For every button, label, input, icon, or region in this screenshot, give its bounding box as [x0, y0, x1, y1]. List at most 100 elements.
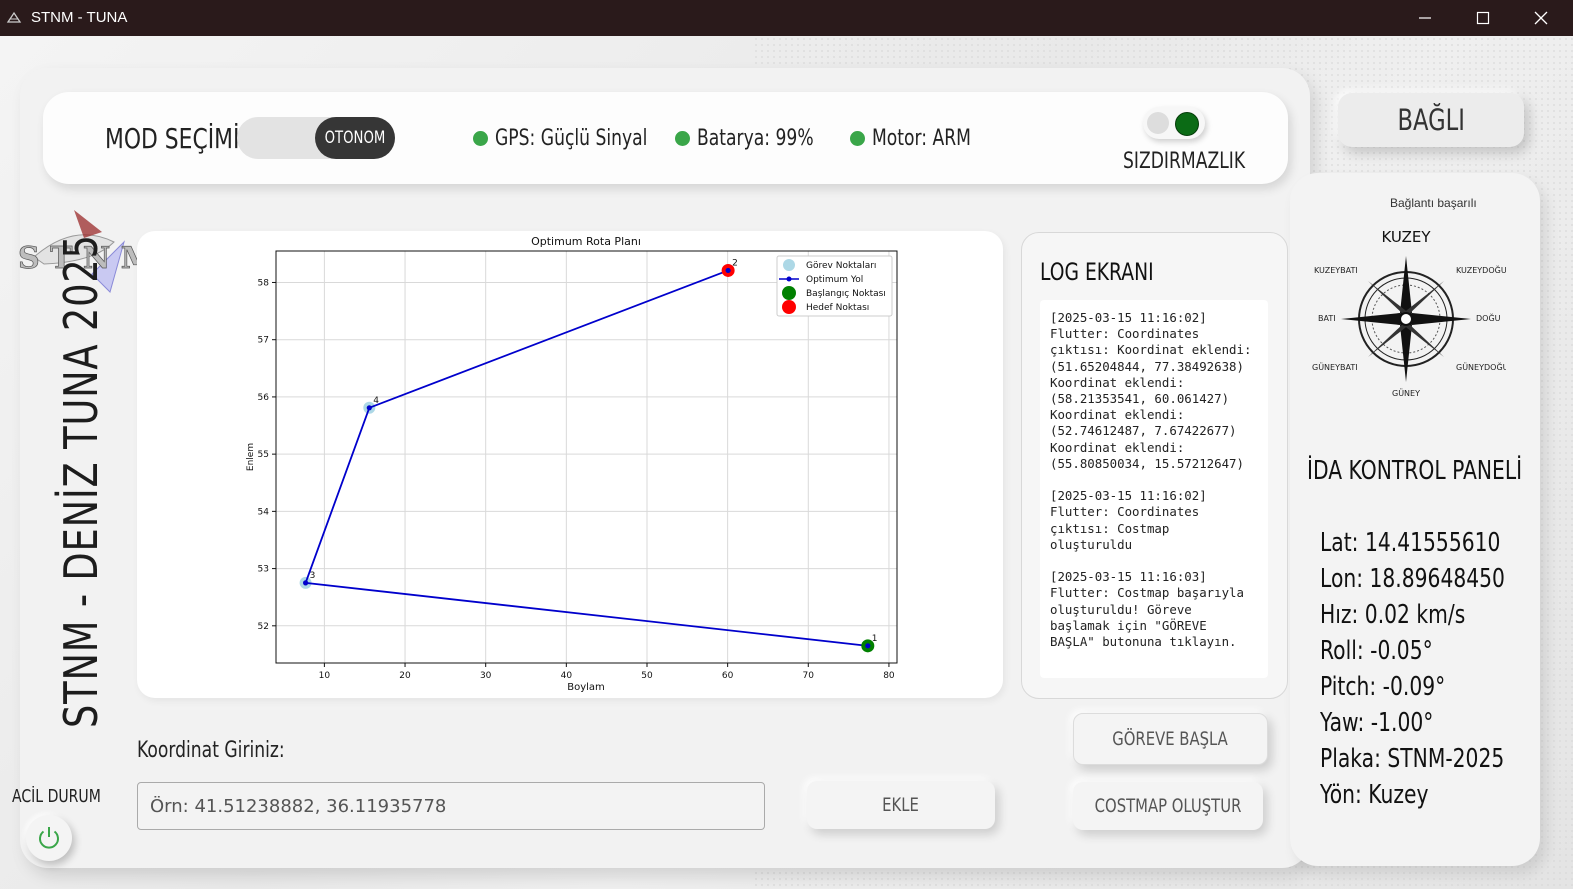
point-label: 2: [732, 258, 738, 268]
mode-toggle[interactable]: OTONOM: [237, 117, 395, 159]
mode-label: MOD SEÇİMİ: [105, 122, 240, 155]
leak-toggle-off: [1147, 112, 1169, 134]
status-bar: MOD SEÇİMİ OTONOM GPS: Güçlü Sinyal Bata…: [43, 92, 1288, 184]
log-box[interactable]: [2025-03-15 11:16:02] Flutter: Coordinat…: [1040, 300, 1268, 678]
compass-rose: [1341, 256, 1471, 382]
legend-start-marker: [782, 286, 796, 300]
telemetry-list: Lat: 14.41555610 Lon: 18.89648450 Hız: 0…: [1320, 524, 1557, 812]
path-marker: [302, 580, 309, 586]
connection-button[interactable]: BAĞLI: [1338, 93, 1524, 147]
compass-south: GÜNEY: [1392, 388, 1420, 398]
y-axis-label: Enlem: [246, 443, 256, 471]
window-title: STNM - TUNA: [31, 9, 128, 26]
coordinate-input[interactable]: [137, 782, 765, 830]
maximize-button[interactable]: [1454, 0, 1512, 36]
connection-button-label: BAĞLI: [1397, 103, 1465, 137]
telemetry-speed: Hız: 0.02 km/s: [1320, 600, 1466, 630]
x-tick-label: 70: [803, 671, 815, 681]
x-tick-label: 10: [319, 671, 331, 681]
legend-path: Optimum Yol: [806, 275, 863, 285]
motor-status-text: Motor: ARM: [872, 126, 971, 151]
legend-task-marker: [783, 259, 795, 271]
telemetry-heading: Yön: Kuzey: [1320, 780, 1429, 810]
log-panel: LOG EKRANI [2025-03-15 11:16:02] Flutter…: [1021, 232, 1288, 699]
motor-status: Motor: ARM: [850, 126, 999, 151]
x-axis-label: Boylam: [567, 682, 605, 693]
minimize-button[interactable]: [1396, 0, 1454, 36]
telemetry-lon: Lon: 18.89648450: [1320, 564, 1505, 594]
chart-title: Optimum Rota Planı: [531, 235, 641, 248]
route-chart: Optimum Rota Planı 10 20 30 40 50 60 70 80 52 53 5…: [246, 235, 898, 693]
leak-toggle[interactable]: [1143, 107, 1205, 139]
point-label: 3: [310, 571, 316, 581]
legend-target: Hedef Noktası: [806, 303, 869, 313]
y-tick-label: 58: [258, 278, 270, 288]
compass-icon: KUZEY GÜNEY DOĞU BATI KUZEYDOĞU KUZEYBAT…: [1312, 228, 1506, 398]
x-tick-label: 50: [641, 671, 653, 681]
emergency-button[interactable]: [26, 815, 72, 861]
legend: Görev Noktaları Optimum Yol Başlangıç No…: [776, 255, 893, 317]
compass-west: BATI: [1318, 314, 1336, 323]
legend-task: Görev Noktaları: [806, 261, 876, 271]
y-tick-label: 52: [258, 622, 269, 632]
title-bar: STNM - TUNA: [0, 0, 1573, 36]
emergency-label: ACİL DURUM: [12, 786, 101, 807]
mode-value: OTONOM: [324, 128, 386, 148]
close-button[interactable]: [1512, 0, 1570, 36]
app-content: MOD SEÇİMİ OTONOM GPS: Güçlü Sinyal Bata…: [0, 36, 1573, 889]
target-path-marker: [725, 267, 731, 274]
leak-toggle-on: [1175, 112, 1199, 136]
start-mission-label: GÖREVE BAŞLA: [1112, 728, 1229, 750]
compass-northwest: KUZEYBATI: [1314, 266, 1358, 275]
x-tick-label: 60: [722, 671, 734, 681]
start-path-marker: [865, 643, 871, 649]
compass-southwest: GÜNEYBATI: [1312, 362, 1358, 372]
panel-title: İDA KONTROL PANELİ: [1307, 456, 1523, 486]
leak-label: SIZDIRMAZLIK: [1123, 149, 1246, 174]
optimum-path: [304, 269, 868, 647]
log-title: LOG EKRANI: [1040, 258, 1154, 286]
y-tick-label: 56: [258, 393, 270, 403]
gps-status-dot: [473, 131, 488, 146]
vertical-title: STNM - DENİZ TUNA 2025: [54, 234, 108, 728]
path-marker: [366, 405, 372, 411]
log-text: [2025-03-15 11:16:02] Flutter: Coordinat…: [1050, 310, 1252, 650]
costmap-button-label: COSTMAP OLUŞTUR: [1094, 795, 1242, 817]
telemetry-plate: Plaka: STNM-2025: [1320, 744, 1505, 774]
motor-status-dot: [850, 131, 865, 146]
legend-target-marker: [782, 300, 796, 314]
battery-status-text: Batarya: 99%: [697, 126, 814, 151]
app-icon: [6, 11, 22, 23]
y-tick-label: 57: [258, 336, 269, 346]
costmap-button[interactable]: COSTMAP OLUŞTUR: [1073, 782, 1263, 830]
y-tick-label: 54: [258, 507, 270, 517]
compass-east: DOĞU: [1476, 312, 1501, 323]
connection-status: Bağlantı başarılı: [1390, 196, 1477, 210]
x-tick-label: 80: [883, 671, 895, 681]
legend-path-marker: [786, 276, 792, 282]
compass-northeast: KUZEYDOĞU: [1456, 264, 1506, 275]
compass-southeast: GÜNEYDOĞU: [1456, 361, 1506, 372]
y-tick-label: 53: [258, 565, 269, 575]
legend-start: Başlangıç Noktası: [806, 289, 886, 299]
coordinate-label: Koordinat Giriniz:: [137, 738, 285, 763]
add-button-label: EKLE: [882, 794, 920, 816]
battery-status-dot: [675, 131, 690, 146]
power-icon: [39, 827, 59, 849]
telemetry-pitch: Pitch: -0.09°: [1320, 672, 1446, 702]
route-chart-card: Optimum Rota Planı 10 20 30 40 50 60 70 80 52 53 5…: [137, 231, 1003, 698]
telemetry-lat: Lat: 14.41555610: [1320, 528, 1501, 558]
gps-status-text: GPS: Güçlü Sinyal: [495, 126, 648, 151]
compass-north: KUZEY: [1381, 228, 1431, 246]
telemetry-yaw: Yaw: -1.00°: [1320, 708, 1434, 738]
minimize-icon: [1419, 17, 1431, 19]
x-tick-label: 20: [399, 671, 411, 681]
mode-toggle-knob: OTONOM: [315, 117, 395, 159]
start-mission-button[interactable]: GÖREVE BAŞLA: [1073, 713, 1268, 765]
point-label: 4: [373, 396, 379, 406]
gps-status: GPS: Güçlü Sinyal: [473, 126, 690, 151]
add-button[interactable]: EKLE: [807, 781, 995, 829]
y-tick-label: 55: [258, 450, 269, 460]
x-tick-label: 40: [561, 671, 573, 681]
battery-status: Batarya: 99%: [675, 126, 847, 151]
